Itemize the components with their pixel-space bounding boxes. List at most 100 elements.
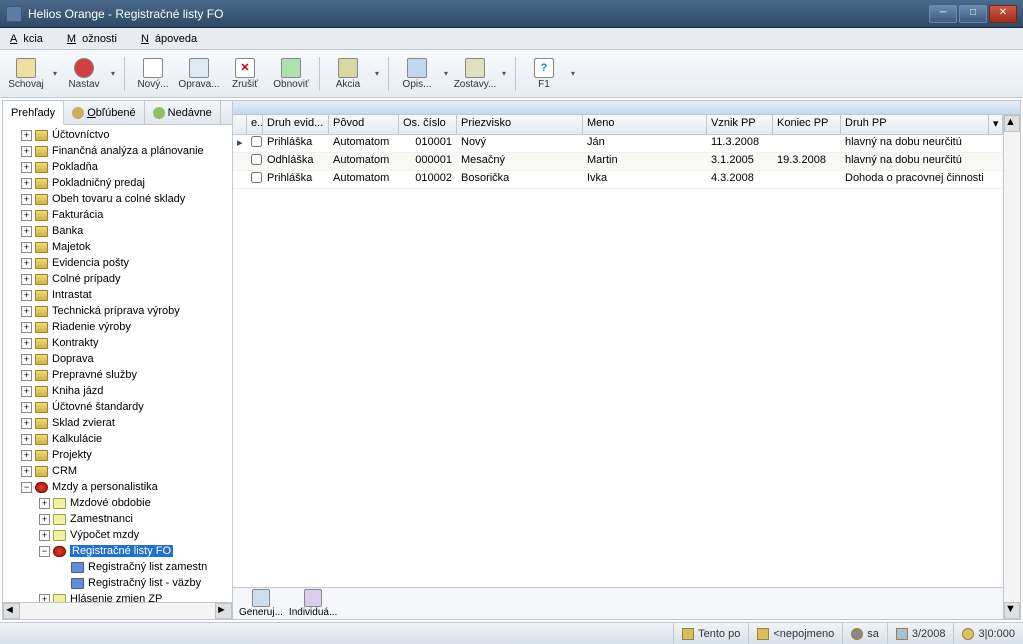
tree-obeh[interactable]: +Obeh tovaru a colné sklady [3,191,232,207]
tb-opis-drop[interactable] [441,53,451,95]
tb-opis[interactable]: Opis... [395,53,439,95]
tree-uctovnictvo[interactable]: +Účtovníctvo [3,127,232,143]
tree-colne[interactable]: +Colné prípady [3,271,232,287]
grid-groupbar[interactable] [233,101,1020,115]
tb-f1[interactable]: ?F1 [522,53,566,95]
tb-schovaj[interactable]: Schovaj [4,53,48,95]
tree-hlasenie[interactable]: +Hlásenie zmien ZP [3,591,232,602]
tree-kontrakty[interactable]: +Kontrakty [3,335,232,351]
row-checkbox[interactable] [251,172,262,183]
tree-prepravne[interactable]: +Prepravné služby [3,367,232,383]
tb-zostavy[interactable]: Zostavy... [453,53,497,95]
delete-icon: ✕ [235,58,255,78]
tb-akcia-drop[interactable] [372,53,382,95]
col-priezvisko[interactable]: Priezvisko [457,115,583,134]
tree-fap[interactable]: +Finančná analýza a plánovanie [3,143,232,159]
window-title: Helios Orange - Registračné listy FO [28,7,929,21]
tree-mzdy[interactable]: −Mzdy a personalistika [3,479,232,495]
individual-icon [304,589,322,607]
status-tento: Tento po [673,623,748,644]
tree-sklad[interactable]: +Sklad zvierat [3,415,232,431]
tree-zamestnanci[interactable]: +Zamestnanci [3,511,232,527]
table-row[interactable]: ▸PrihláškaAutomatom010001NovýJán11.3.200… [233,135,1003,153]
col-druh-evid[interactable]: Druh evid... [263,115,329,134]
sidebar-hscroll[interactable]: ◄► [3,602,232,619]
tree-evidencia[interactable]: +Evidencia pošty [3,255,232,271]
minimize-button[interactable]: ─ [929,5,957,23]
settings-icon [74,58,94,78]
tb-nastav[interactable]: Nastav [62,53,106,95]
folder-icon [35,322,48,333]
btn-individ[interactable]: Individuá... [289,589,337,618]
folder-icon [35,402,48,413]
col-povod[interactable]: Pôvod [329,115,399,134]
tb-zrusit[interactable]: ✕Zrušiť [223,53,267,95]
tree-pp[interactable]: +Pokladničný predaj [3,175,232,191]
sheet-icon [53,594,66,603]
col-koniec[interactable]: Koniec PP [773,115,841,134]
btn-generuj[interactable]: Generuj... [239,589,283,618]
tree-doprava[interactable]: +Doprava [3,351,232,367]
col-e[interactable]: e.. [247,115,263,134]
folder-icon [35,354,48,365]
folder-icon [35,306,48,317]
folder-icon [35,338,48,349]
menu-moznosti[interactable]: Možnosti [61,31,129,47]
table-row[interactable]: OdhláškaAutomatom000001MesačnýMartin3.1.… [233,153,1003,171]
tree-tpv[interactable]: +Technická príprava výroby [3,303,232,319]
menubar: Akcia Možnosti Nápoveda [0,28,1023,50]
folder-icon [35,370,48,381]
titlebar: Helios Orange - Registračné listy FO ─ □… [0,0,1023,28]
tb-zostavy-drop[interactable] [499,53,509,95]
menu-napoveda[interactable]: Nápoveda [135,31,209,47]
tree-intrastat[interactable]: +Intrastat [3,287,232,303]
tb-nastav-drop[interactable] [108,53,118,95]
db-icon [682,628,694,640]
col-vznik[interactable]: Vznik PP [707,115,773,134]
tb-novy[interactable]: Nový... [131,53,175,95]
col-marker[interactable] [233,115,247,134]
tb-obnovit[interactable]: Obnoviť [269,53,313,95]
col-meno[interactable]: Meno [583,115,707,134]
tree-majetok[interactable]: +Majetok [3,239,232,255]
row-checkbox[interactable] [251,154,262,165]
statusbar: Tento po <nepojmeno sa 3/2008 3|0:000 [0,622,1023,644]
tb-akcia[interactable]: Akcia [326,53,370,95]
tree-reg-vazby[interactable]: Registračný list - väzby [3,575,232,591]
edit-icon [189,58,209,78]
tree-reg-zam[interactable]: Registračný list zamestn [3,559,232,575]
folder-icon [35,386,48,397]
main-area: Prehľady Obľúbené Nedávne +Účtovníctvo +… [2,100,1021,620]
tree-projekty[interactable]: +Projekty [3,447,232,463]
grid-vscroll[interactable]: ▲▼ [1003,115,1020,619]
close-button[interactable]: ✕ [989,5,1017,23]
tree-kalk[interactable]: +Kalkulácie [3,431,232,447]
tb-schovaj-drop[interactable] [50,53,60,95]
tree-reg-fo[interactable]: −Registračné listy FO [3,543,232,559]
tree-pokladna[interactable]: +Pokladňa [3,159,232,175]
maximize-button[interactable]: □ [959,5,987,23]
folder-icon [35,178,48,189]
tree-fakt[interactable]: +Fakturácia [3,207,232,223]
nav-tree[interactable]: +Účtovníctvo +Finančná analýza a plánova… [3,125,232,602]
tb-f1-drop[interactable] [568,53,578,95]
row-checkbox[interactable] [251,136,262,147]
tree-vypocet[interactable]: +Výpočet mzdy [3,527,232,543]
tab-oblubene[interactable]: Obľúbené [64,101,144,124]
col-os-cislo[interactable]: Os. číslo [399,115,457,134]
tree-crm[interactable]: +CRM [3,463,232,479]
menu-akcia[interactable]: Akcia [4,31,55,47]
tab-prehlady[interactable]: Prehľady [3,101,64,125]
tb-oprava[interactable]: Oprava... [177,53,221,95]
col-druh-pp[interactable]: Druh PP [841,115,989,134]
tree-standardy[interactable]: +Účtovné štandardy [3,399,232,415]
tree-mzdove[interactable]: +Mzdové obdobie [3,495,232,511]
grid-body[interactable]: ▸PrihláškaAutomatom010001NovýJán11.3.200… [233,135,1003,587]
tree-kniha[interactable]: +Kniha jázd [3,383,232,399]
tree-banka[interactable]: +Banka [3,223,232,239]
table-row[interactable]: PrihláškaAutomatom010002BosoričkaIvka4.3… [233,171,1003,189]
sheet-icon [53,514,66,525]
tree-riadenie[interactable]: +Riadenie výroby [3,319,232,335]
tab-nedavne[interactable]: Nedávne [145,101,221,124]
col-menu-icon[interactable]: ▾ [989,115,1003,134]
